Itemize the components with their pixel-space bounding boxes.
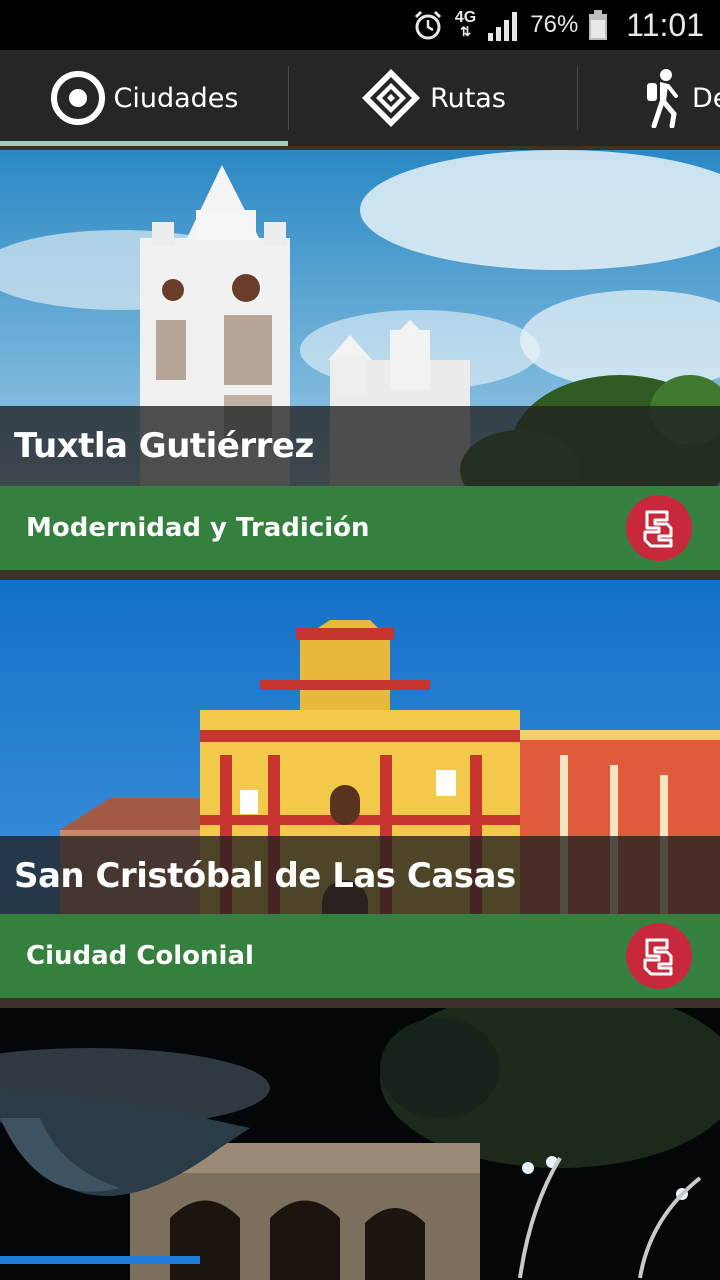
night-arcade-photo bbox=[0, 1008, 720, 1280]
card-subtitle-band: Modernidad y Tradición bbox=[0, 486, 720, 570]
tab-label: De bbox=[692, 82, 720, 114]
card-divider bbox=[0, 998, 720, 1008]
alarm-icon bbox=[411, 8, 445, 42]
diamond-pattern-icon bbox=[360, 67, 422, 129]
tab-bar: Ciudades Rutas De bbox=[0, 50, 720, 146]
data-arrows-icon: ⇅ bbox=[460, 24, 472, 39]
fret-pattern-icon bbox=[643, 510, 673, 548]
card-subtitle: Ciudad Colonial bbox=[26, 941, 254, 971]
card-subtitle-band: Ciudad Colonial bbox=[0, 914, 720, 998]
tab-label: Rutas bbox=[430, 82, 506, 114]
fret-pattern-icon bbox=[643, 938, 673, 976]
card-title: San Cristóbal de Las Casas bbox=[14, 856, 516, 896]
hiker-icon bbox=[640, 68, 684, 128]
network-indicator: 4G ⇅ bbox=[455, 10, 476, 39]
battery-icon bbox=[588, 9, 608, 41]
card-title-band: San Cristóbal de Las Casas bbox=[0, 836, 720, 916]
clock: 11:01 bbox=[626, 6, 704, 43]
status-bar: 4G ⇅ 76% 11:01 bbox=[0, 0, 720, 50]
tab-label: Ciudades bbox=[113, 82, 239, 114]
tab-rutas[interactable]: Rutas bbox=[290, 50, 576, 146]
card-title-band: Tuxtla Gutiérrez bbox=[0, 406, 720, 486]
tab-ciudades[interactable]: Ciudades bbox=[0, 50, 288, 146]
route-badge-button[interactable] bbox=[626, 495, 692, 561]
city-card-san-cristobal[interactable]: San Cristóbal de Las Casas Ciudad Coloni… bbox=[0, 580, 720, 1000]
target-icon bbox=[50, 70, 106, 126]
city-card-tuxtla[interactable]: Tuxtla Gutiérrez Modernidad y Tradición bbox=[0, 150, 720, 570]
signal-icon bbox=[486, 9, 520, 41]
card-subtitle: Modernidad y Tradición bbox=[26, 513, 370, 543]
card-title: Tuxtla Gutiérrez bbox=[14, 426, 314, 466]
tab-divider bbox=[288, 66, 289, 130]
route-badge-button[interactable] bbox=[626, 923, 692, 989]
city-card-night[interactable] bbox=[0, 1008, 720, 1280]
card-divider bbox=[0, 570, 720, 580]
tab-de[interactable]: De bbox=[578, 50, 720, 146]
battery-percent: 76% bbox=[530, 11, 579, 38]
